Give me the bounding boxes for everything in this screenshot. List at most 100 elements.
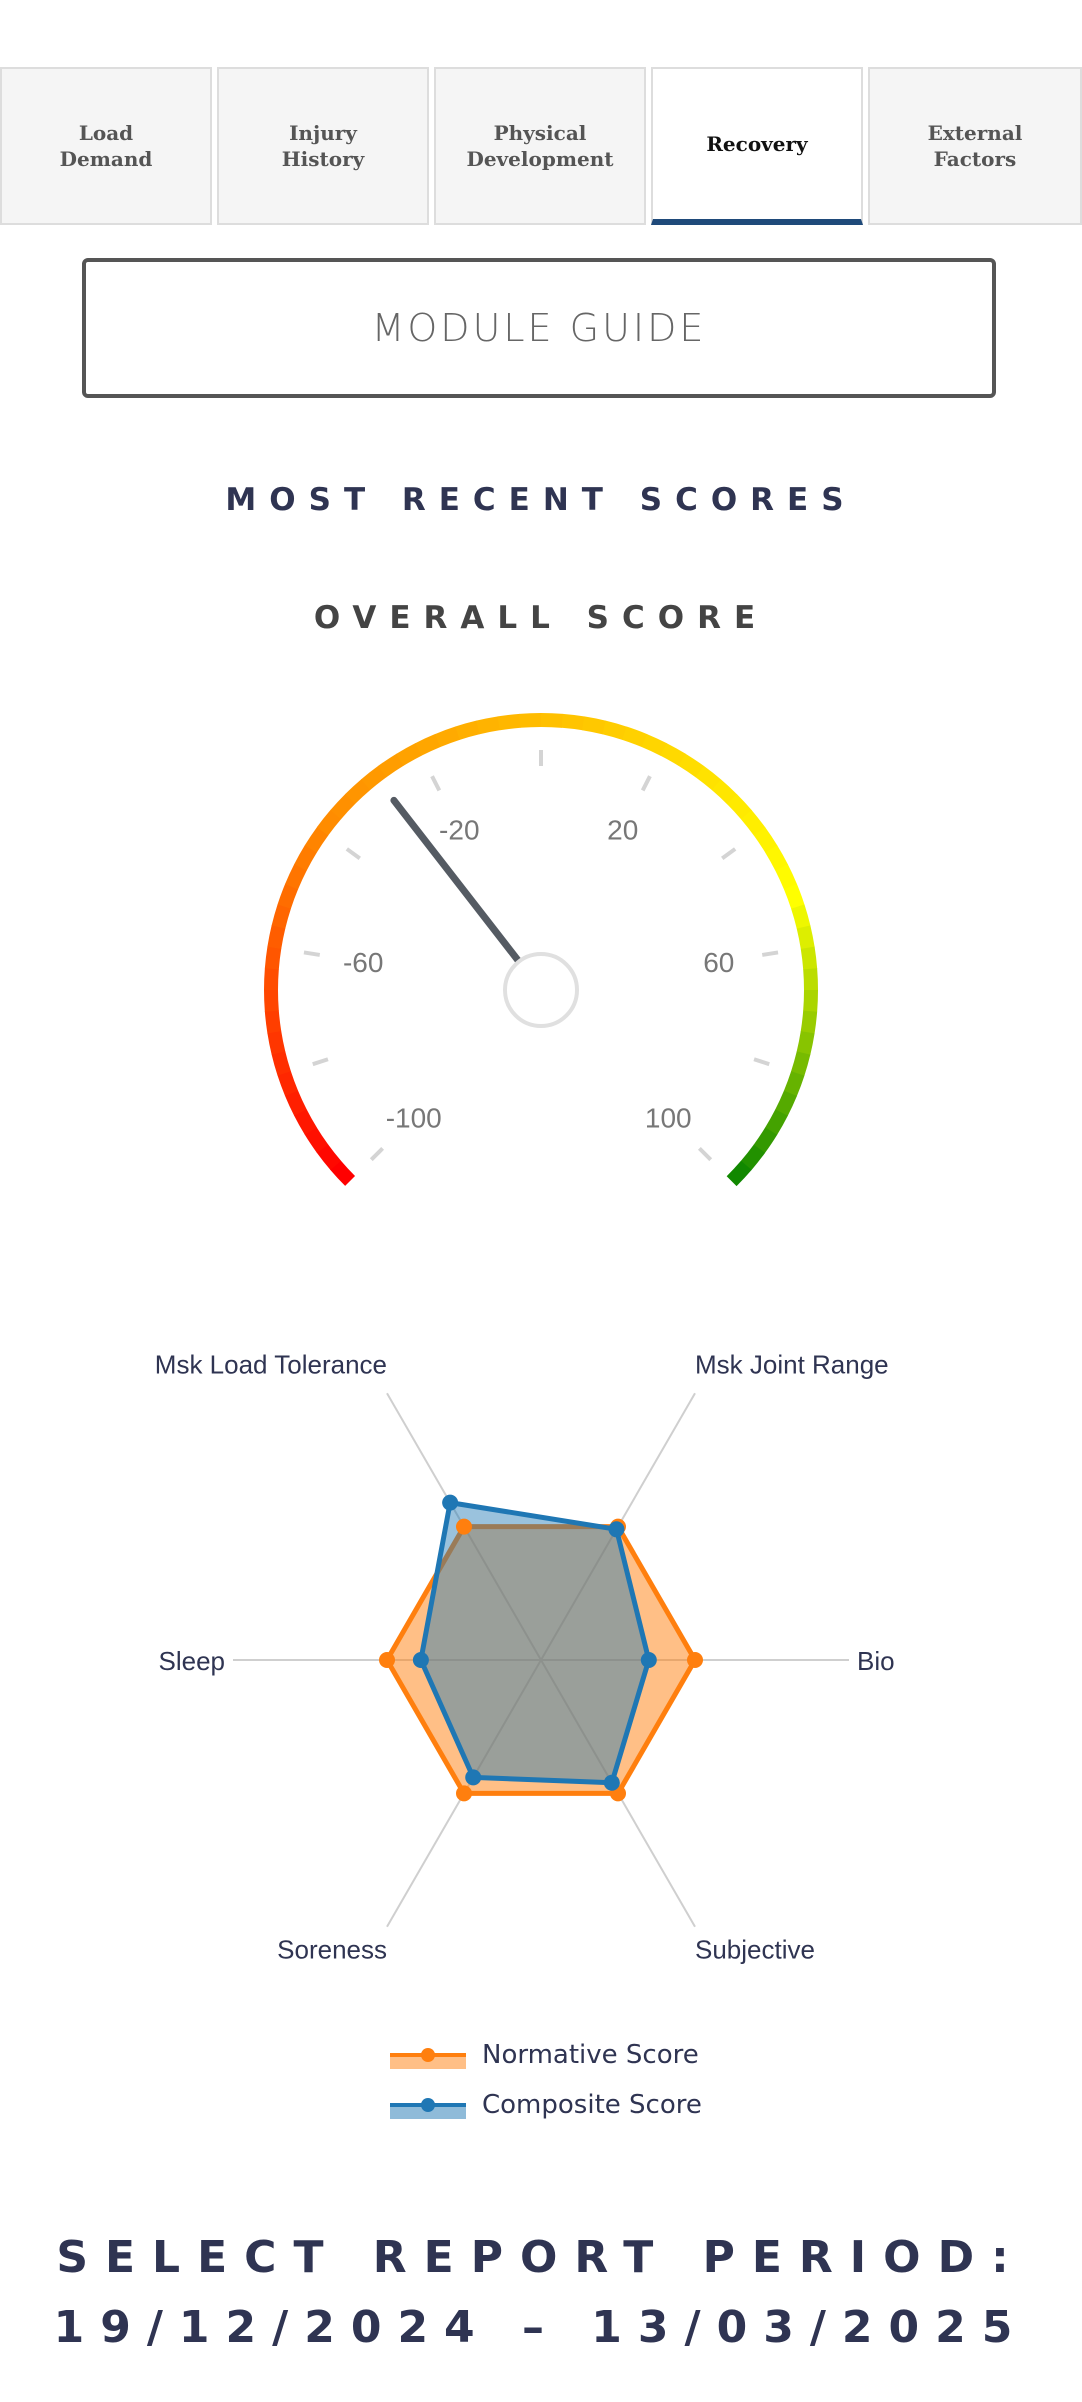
gauge-tick-label: -60 — [343, 947, 383, 978]
gauge-arc-segment — [800, 1010, 818, 1034]
composite-score-point[interactable] — [442, 1494, 459, 1511]
gauge-arc-segment — [726, 1160, 752, 1187]
gauge-arc-segment — [695, 765, 722, 791]
radar-series — [379, 1494, 703, 1802]
gauge-arc-segment — [765, 1109, 788, 1136]
gauge-tick — [697, 1146, 713, 1162]
gauge-arc-segment — [519, 713, 542, 728]
gauge-arc-segment — [330, 1160, 356, 1186]
gauge-arc-segment — [415, 733, 441, 756]
gauge-tick-label: -20 — [439, 815, 479, 846]
gauge-arc-segment — [330, 793, 356, 820]
gauge-arc-segment — [271, 903, 292, 929]
radar-axis-label: Msk Joint Range — [695, 1349, 889, 1379]
normative-score-point[interactable] — [687, 1652, 703, 1668]
gauge-arc-segment — [378, 753, 404, 778]
composite-legend-swatch — [390, 2098, 466, 2119]
gauge-arc-segment — [641, 734, 668, 756]
gauge-arc-segment — [264, 967, 279, 991]
composite-score-point[interactable] — [640, 1652, 657, 1668]
normative-score-point[interactable] — [379, 1652, 395, 1668]
gauge-arc-segment — [277, 883, 299, 909]
gauge-arc-segment — [396, 742, 423, 766]
gauge-arc-segment — [622, 726, 648, 748]
tab-external-factors[interactable]: External Factors — [868, 67, 1082, 225]
composite-score-point[interactable] — [465, 1769, 482, 1786]
gauge-arc-segment — [791, 904, 811, 930]
legend-item-composite[interactable]: Composite Score — [388, 2080, 702, 2130]
radar-axis-label: Sleep — [159, 1646, 226, 1676]
gauge-arc-segment — [316, 1144, 342, 1170]
tab-label: Injury History — [281, 121, 365, 171]
gauge-arc-segment — [304, 826, 329, 853]
gauge-arc-segment — [775, 1090, 797, 1117]
gauge-arc-segment — [293, 1108, 317, 1135]
report-period-dates[interactable]: 19/12/2024 – 13/03/2025 — [0, 2302, 1082, 2353]
gauge-arc-segment — [796, 925, 815, 950]
gauge-arc-segment — [765, 845, 789, 872]
tab-label: External Factors — [927, 121, 1023, 171]
chart-legend: Normative Score Composite Score — [388, 2030, 702, 2130]
most-recent-scores-heading: MOST RECENT SCORES — [225, 482, 857, 518]
gauge-arc-segment — [803, 989, 818, 1013]
normative-score-point[interactable] — [456, 1785, 472, 1802]
normative-legend-swatch — [390, 2048, 466, 2069]
tab-recovery[interactable]: Recovery — [651, 67, 863, 225]
composite-score-point[interactable] — [603, 1774, 620, 1791]
gauge-arc-segment — [271, 1050, 291, 1076]
gauge-arc-segment — [711, 779, 738, 805]
gauge-arc-segment — [775, 864, 798, 890]
tab-label: Recovery — [706, 132, 808, 156]
gauge-arc-segment — [602, 720, 628, 741]
report-period-heading: SELECT REPORT PERIOD: — [56, 2232, 1026, 2283]
module-guide-label: MODULE GUIDE — [371, 306, 707, 350]
gauge-arc-segment — [497, 713, 521, 731]
gauge-arc-segment — [582, 716, 607, 735]
gauge-arc-segment — [753, 827, 778, 853]
gauge-tick — [721, 847, 737, 860]
radar-axis-label: Bio — [857, 1646, 895, 1676]
gauge-tick-label: -100 — [386, 1102, 442, 1133]
tab-load-demand[interactable]: Load Demand — [0, 67, 212, 225]
tab-injury-history[interactable]: Injury History — [217, 67, 429, 225]
gauge-arc-segment — [561, 713, 585, 731]
gauge-arc-segment — [476, 716, 501, 735]
gauge-tick — [430, 775, 442, 792]
gauge-arc-segment — [753, 1127, 778, 1154]
gauge-hub — [503, 952, 579, 1028]
tab-physical-development[interactable]: Physical Development — [434, 67, 646, 225]
gauge-arc-segment — [740, 810, 766, 836]
gauge-arc-segment — [294, 844, 317, 871]
composite-score-area[interactable] — [418, 1500, 652, 1786]
gauge-arc-segment — [726, 794, 752, 820]
legend-label-normative: Normative Score — [482, 2040, 699, 2070]
gauge-tick — [761, 950, 779, 957]
tab-label: Physical Development — [466, 121, 614, 171]
normative-score-point[interactable] — [456, 1518, 472, 1535]
gauge-arc-segment — [285, 863, 307, 890]
gauge-arc-segment — [267, 1030, 286, 1055]
gauge-arc-segment — [803, 968, 819, 991]
legend-item-normative[interactable]: Normative Score — [388, 2030, 702, 2080]
tab-label: Load Demand — [59, 121, 153, 171]
gauge-arc-segment — [660, 743, 687, 766]
gauge-arc-segment — [790, 1051, 811, 1077]
gauge-arc-segment — [264, 1010, 282, 1034]
gauge-arc-segment — [361, 765, 387, 791]
gauge-arc-segment — [800, 946, 818, 970]
gauge-arc-segment — [783, 1071, 805, 1097]
overall-score-gauge: -100 -60 -20 20 60 100 — [263, 713, 819, 1187]
composite-score-point[interactable] — [412, 1652, 429, 1668]
gauge-arc-segment — [263, 989, 279, 1012]
gauge-arc-segment — [345, 779, 371, 805]
gauge-arc-segment — [267, 924, 286, 949]
composite-score-point[interactable] — [608, 1521, 625, 1538]
gauge-arc-segment — [540, 713, 564, 728]
module-guide-button[interactable]: MODULE GUIDE — [82, 258, 996, 398]
gauge-arc-segment — [783, 883, 805, 910]
gauge-tick — [753, 1057, 770, 1067]
radar-axis-label: Msk Load Tolerance — [155, 1349, 387, 1379]
gauge-arc-segment — [264, 946, 282, 970]
gauge-arc-segment — [434, 726, 461, 748]
gauge-tick — [312, 1057, 329, 1067]
